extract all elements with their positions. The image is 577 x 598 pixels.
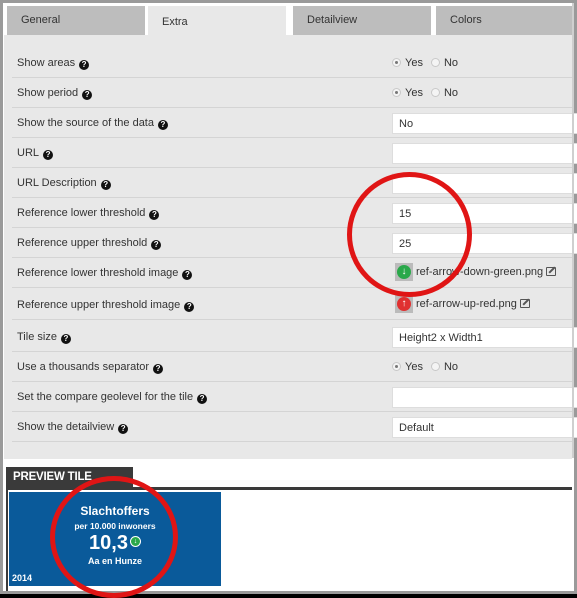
- help-icon[interactable]: ?: [60, 334, 71, 344]
- arrow-up-red-icon: ↑: [395, 295, 413, 313]
- field-label-text: Use a thousands separator: [17, 361, 150, 373]
- panel-scrollbar[interactable]: [572, 3, 574, 458]
- radio-group: Yes No: [392, 361, 466, 373]
- radio-yes[interactable]: [392, 362, 401, 371]
- field-label: URL Description?: [17, 177, 111, 190]
- field-label-text: Show the detailview: [17, 421, 115, 433]
- help-icon[interactable]: ?: [100, 180, 111, 190]
- help-icon[interactable]: ?: [118, 424, 129, 434]
- radio-label[interactable]: No: [444, 361, 458, 373]
- form-row: Reference upper threshold? 25: [12, 228, 577, 258]
- tab-detailview[interactable]: Detailview: [293, 6, 431, 36]
- tab-label: Detailview: [307, 14, 358, 26]
- tab-general[interactable]: General: [7, 6, 145, 36]
- tile-year: 2014: [12, 573, 33, 583]
- field-label-text: Show areas: [17, 57, 76, 69]
- form-row: Show areas? Yes No: [12, 48, 572, 78]
- field-label: Use a thousands separator?: [17, 361, 164, 374]
- tab-label: Colors: [450, 14, 482, 26]
- form-row: Reference lower threshold image? ↓ ref-arr…: [12, 258, 572, 288]
- help-icon[interactable]: ?: [197, 394, 208, 404]
- radio-group: Yes No: [392, 87, 466, 99]
- field-label: Show areas?: [17, 57, 90, 70]
- field-label: Reference upper threshold image?: [17, 299, 195, 312]
- edit-icon[interactable]: [519, 298, 530, 308]
- radio-yes[interactable]: [392, 58, 401, 67]
- tab-bar: General Extra Detailview Colors: [3, 3, 574, 38]
- help-icon[interactable]: ?: [149, 210, 160, 220]
- form-row: Use a thousands separator? Yes No: [12, 352, 572, 382]
- radio-label[interactable]: Yes: [405, 87, 423, 99]
- field-label-text: Tile size: [17, 331, 57, 343]
- field-label: Reference lower threshold image?: [17, 267, 193, 280]
- field-label: Show the source of the data?: [17, 117, 168, 130]
- select-field[interactable]: No: [392, 113, 577, 134]
- form-row: URL Description?: [12, 168, 577, 198]
- field-label-text: Set the compare geolevel for the tile: [17, 391, 194, 403]
- select-field[interactable]: Height2 x Width1: [392, 327, 577, 348]
- select-field[interactable]: Default: [392, 417, 577, 438]
- form-row: Set the compare geolevel for the tile?: [12, 382, 577, 412]
- radio-group: Yes No: [392, 57, 466, 69]
- radio-label[interactable]: No: [444, 87, 458, 99]
- field-label: Reference lower threshold?: [17, 207, 160, 220]
- edit-icon[interactable]: [546, 266, 557, 276]
- help-icon[interactable]: ?: [79, 60, 90, 70]
- text-input[interactable]: [392, 143, 577, 164]
- radio-label[interactable]: No: [444, 57, 458, 69]
- field-label: Tile size?: [17, 331, 71, 344]
- help-icon[interactable]: ?: [157, 120, 168, 130]
- field-label: URL?: [17, 147, 54, 160]
- help-icon[interactable]: ?: [184, 302, 195, 312]
- field-label: Show period?: [17, 87, 93, 100]
- help-icon[interactable]: ?: [153, 364, 164, 374]
- form-row: Reference upper threshold image? ↑ ref-arr…: [12, 290, 572, 320]
- field-label-text: Show period: [17, 87, 79, 99]
- field-label-text: Reference upper threshold: [17, 237, 148, 249]
- select-field[interactable]: [392, 387, 577, 408]
- help-icon[interactable]: ?: [82, 90, 93, 100]
- form-row: Show the source of the data? No: [12, 108, 577, 138]
- field-label-text: URL Description: [17, 177, 97, 189]
- radio-no[interactable]: [430, 88, 440, 97]
- field-label-text: Reference lower threshold: [17, 207, 146, 219]
- tab-label: General: [21, 14, 61, 26]
- annotation-circle-thresholds: [347, 172, 472, 297]
- radio-no[interactable]: [430, 58, 440, 67]
- radio-label[interactable]: Yes: [405, 361, 423, 373]
- form-row: URL?: [12, 138, 577, 168]
- field-label-text: URL: [17, 147, 40, 159]
- field-label-text: Reference upper threshold image: [17, 299, 181, 311]
- radio-label[interactable]: Yes: [405, 57, 423, 69]
- help-icon[interactable]: ?: [43, 150, 54, 160]
- tab-colors[interactable]: Colors: [436, 6, 574, 36]
- image-filename: ref-arrow-up-red.png: [416, 297, 517, 310]
- field-label-text: Show the source of the data: [17, 117, 154, 129]
- radio-no[interactable]: [430, 362, 440, 371]
- field-label: Reference upper threshold?: [17, 237, 162, 250]
- form-row: Show period? Yes No: [12, 78, 572, 108]
- form-row: Show the detailview? Default: [12, 412, 577, 442]
- radio-yes[interactable]: [392, 88, 401, 97]
- tab-label: Extra: [162, 16, 188, 28]
- field-label: Show the detailview?: [17, 421, 129, 434]
- help-icon[interactable]: ?: [182, 270, 193, 280]
- field-label-text: Reference lower threshold image: [17, 267, 179, 279]
- annotation-circle-tile: [50, 476, 178, 598]
- form-row: Reference lower threshold? 15: [12, 198, 577, 228]
- tab-extra[interactable]: Extra: [148, 6, 286, 38]
- field-label: Set the compare geolevel for the tile?: [17, 391, 208, 404]
- image-field: ↑ ref-arrow-up-red.png: [395, 295, 530, 313]
- form-row: Tile size? Height2 x Width1: [12, 322, 577, 352]
- help-icon[interactable]: ?: [151, 240, 162, 250]
